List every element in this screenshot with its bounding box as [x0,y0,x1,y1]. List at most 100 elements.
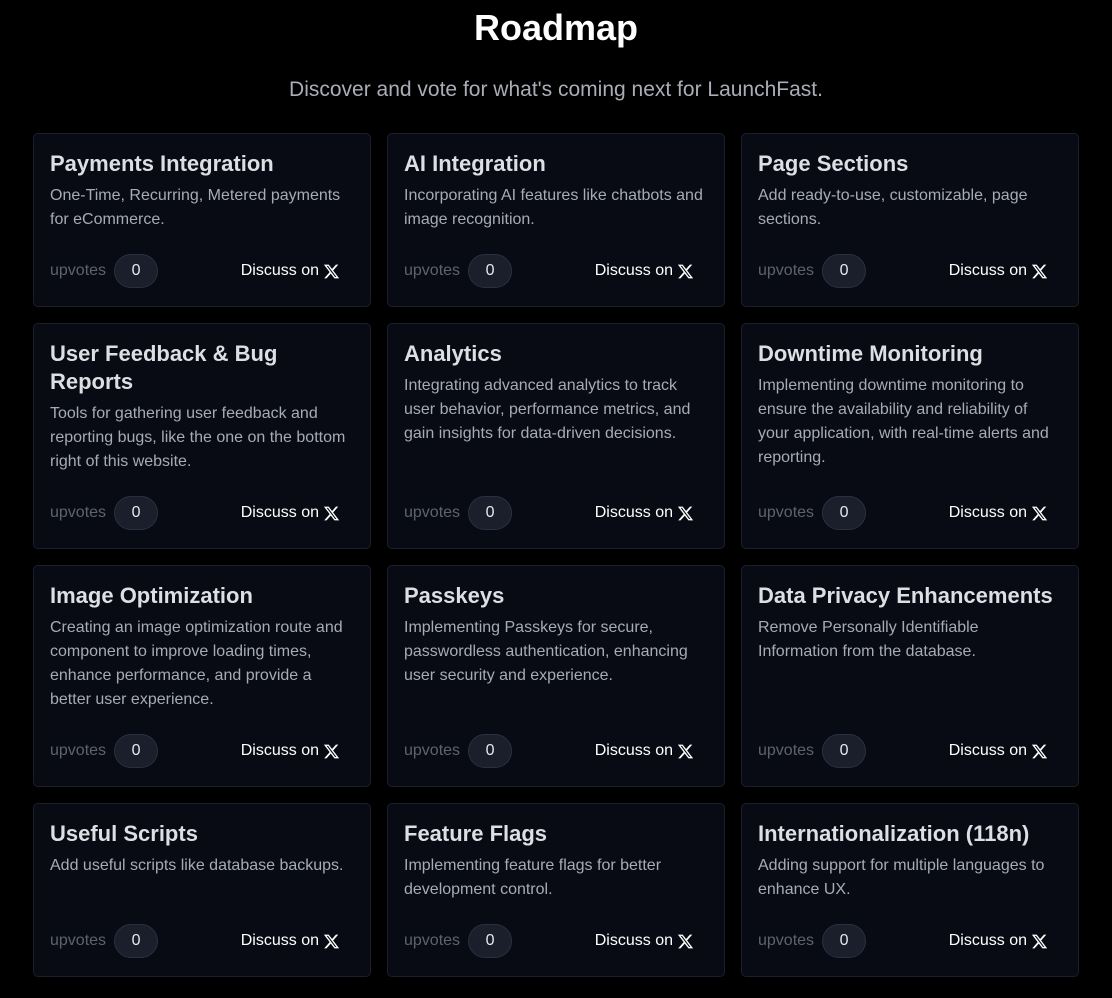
discuss-on-x-link[interactable]: Discuss on [595,742,694,760]
roadmap-card: Internationalization (118n) Adding suppor… [741,803,1079,977]
x-logo-icon [1031,933,1048,950]
roadmap-page: Roadmap Discover and vote for what's com… [0,0,1112,998]
upvotes-label: upvotes [758,504,815,521]
card-description: Add useful scripts like database backups… [50,857,344,874]
card-footer: upvotes 0 Discuss on [50,924,354,958]
upvote-button[interactable]: 0 [822,254,867,288]
discuss-label: Discuss on [948,932,1027,949]
upvotes-label: upvotes [758,262,815,279]
discuss-on-x-link[interactable]: Discuss on [949,742,1048,760]
discuss-on-x-link[interactable]: Discuss on [241,932,340,950]
roadmap-card: Useful Scripts Add useful scripts like da… [33,803,371,977]
roadmap-card: Passkeys Implementing Passkeys for secure… [387,565,725,787]
upvote-button[interactable]: 0 [468,254,513,288]
roadmap-card: Data Privacy Enhancements Remove Personal… [741,565,1079,787]
card-footer: upvotes 0 Discuss on [758,254,1062,288]
card-title: Analytics [404,341,502,366]
x-logo-icon [1031,743,1048,760]
card-title: Image Optimization [50,583,253,608]
card-title: Feature Flags [404,821,548,846]
roadmap-card: Image Optimization Creating an image opti… [33,565,371,787]
discuss-on-x-link[interactable]: Discuss on [949,504,1048,522]
roadmap-card: User Feedback & Bug Reports Tools for gat… [33,323,371,549]
page-subtitle: Discover and vote for what's coming next… [289,78,823,101]
discuss-on-x-link[interactable]: Discuss on [595,262,694,280]
card-description: Add ready-to-use, customizable, page sec… [758,187,1028,228]
upvote-button[interactable]: 0 [114,496,159,530]
card-footer: upvotes 0 Discuss on [758,924,1062,958]
upvotes-label: upvotes [404,504,461,521]
discuss-label: Discuss on [594,932,673,949]
upvotes-label: upvotes [50,932,107,949]
card-title: Downtime Monitoring [758,341,983,366]
card-footer: upvotes 0 Discuss on [404,254,708,288]
discuss-label: Discuss on [948,262,1027,279]
roadmap-card: Page Sections Add ready-to-use, customiza… [741,133,1079,307]
x-logo-icon [323,933,340,950]
x-logo-icon [677,505,694,522]
card-description: Adding support for multiple languages to… [758,857,1045,898]
card-title: Internationalization (118n) [758,821,1030,846]
discuss-label: Discuss on [594,742,673,759]
upvote-button[interactable]: 0 [468,924,513,958]
card-description: Integrating advanced analytics to track … [404,377,691,442]
card-title: Data Privacy Enhancements [758,583,1053,608]
page-title: Roadmap [473,7,639,48]
x-logo-icon [677,263,694,280]
x-logo-icon [677,743,694,760]
x-logo-icon [1031,263,1048,280]
card-description: Incorporating AI features like chatbots … [404,187,703,228]
card-description: One-Time, Recurring, Metered payments fo… [50,187,341,228]
card-footer: upvotes 0 Discuss on [758,734,1062,768]
card-title: Useful Scripts [50,821,198,846]
upvote-button[interactable]: 0 [822,924,867,958]
roadmap-card: Feature Flags Implementing feature flags … [387,803,725,977]
roadmap-card: Downtime Monitoring Implementing downtime… [741,323,1079,549]
card-title: Passkeys [404,583,505,608]
card-description: Creating an image optimization route and… [50,619,343,708]
discuss-on-x-link[interactable]: Discuss on [595,504,694,522]
card-title: Page Sections [758,151,909,176]
card-footer: upvotes 0 Discuss on [758,496,1062,530]
upvotes-label: upvotes [404,932,461,949]
discuss-label: Discuss on [240,262,319,279]
card-footer: upvotes 0 Discuss on [50,254,354,288]
discuss-on-x-link[interactable]: Discuss on [241,262,340,280]
discuss-on-x-link[interactable]: Discuss on [241,504,340,522]
card-footer: upvotes 0 Discuss on [404,924,708,958]
card-footer: upvotes 0 Discuss on [404,734,708,768]
upvote-button[interactable]: 0 [468,496,513,530]
card-title: Payments Integration [50,151,274,176]
upvote-button[interactable]: 0 [468,734,513,768]
upvote-button[interactable]: 0 [114,924,159,958]
upvote-button[interactable]: 0 [114,254,159,288]
upvote-button[interactable]: 0 [822,496,867,530]
upvotes-label: upvotes [404,742,461,759]
discuss-label: Discuss on [948,742,1027,759]
upvote-button[interactable]: 0 [822,734,867,768]
discuss-label: Discuss on [594,262,673,279]
card-title: AI Integration [404,151,546,176]
roadmap-card: Analytics Integrating advanced analytics … [387,323,725,549]
discuss-on-x-link[interactable]: Discuss on [949,932,1048,950]
card-footer: upvotes 0 Discuss on [404,496,708,530]
card-description: Tools for gathering user feedback and re… [50,405,346,470]
card-title: User Feedback & Bug Reports [50,341,278,394]
roadmap-card: Payments Integration One-Time, Recurring,… [33,133,371,307]
card-description: Implementing feature flags for better de… [404,857,662,898]
card-footer: upvotes 0 Discuss on [50,496,354,530]
card-footer: upvotes 0 Discuss on [50,734,354,768]
x-logo-icon [677,933,694,950]
upvotes-label: upvotes [50,742,107,759]
discuss-label: Discuss on [240,742,319,759]
upvote-button[interactable]: 0 [114,734,159,768]
discuss-on-x-link[interactable]: Discuss on [595,932,694,950]
discuss-on-x-link[interactable]: Discuss on [241,742,340,760]
x-logo-icon [323,505,340,522]
upvotes-label: upvotes [50,262,107,279]
discuss-label: Discuss on [240,932,319,949]
upvotes-label: upvotes [758,932,815,949]
x-logo-icon [323,263,340,280]
discuss-on-x-link[interactable]: Discuss on [949,262,1048,280]
card-description: Remove Personally Identifiable Informati… [758,619,979,660]
